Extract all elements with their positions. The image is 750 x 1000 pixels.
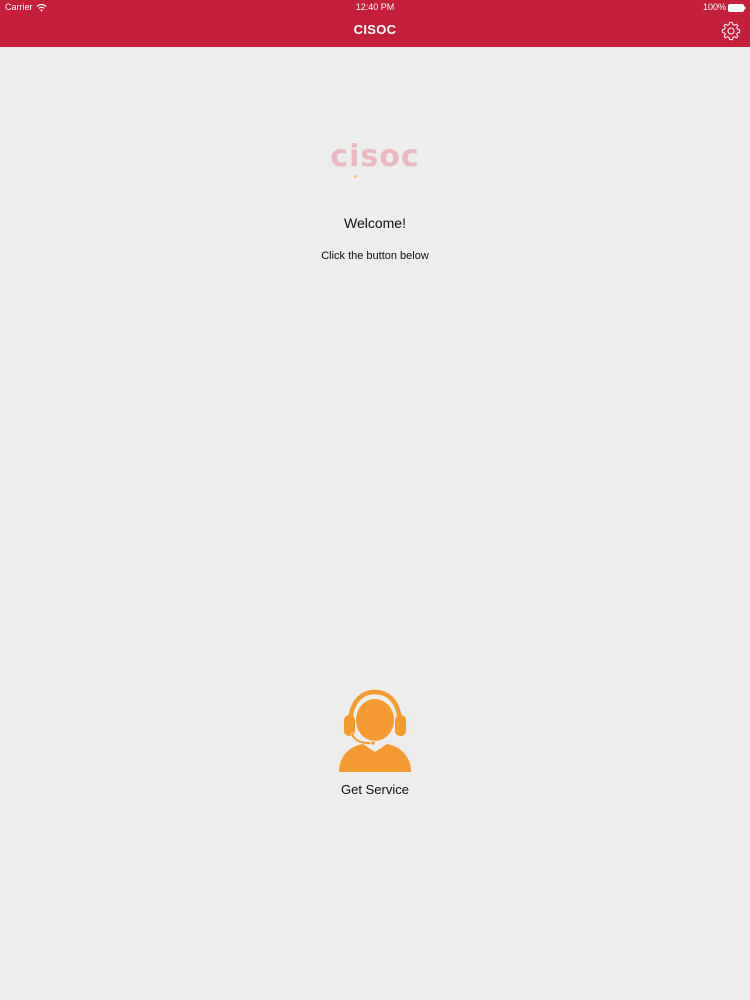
status-bar: Carrier 12:40 PM 100%	[0, 0, 750, 15]
get-service-label: Get Service	[341, 782, 409, 797]
main-content: cisoc Welcome! Click the button below Ge…	[0, 47, 750, 1000]
welcome-heading: Welcome!	[344, 215, 406, 231]
battery-percent: 100%	[702, 2, 726, 12]
headset-agent-icon	[339, 689, 411, 772]
instruction-text: Click the button below	[321, 250, 429, 262]
page-title: CISOC	[353, 22, 397, 37]
cisoc-logo: cisoc	[330, 139, 420, 174]
navigation-bar: Carrier 12:40 PM 100% CISOC	[0, 0, 750, 47]
status-time: 12:40 PM	[355, 2, 395, 12]
gear-icon[interactable]	[720, 20, 742, 42]
get-service-button[interactable]: Get Service	[325, 687, 425, 807]
battery-indicator: 100%	[703, 0, 746, 15]
battery-icon	[728, 3, 746, 12]
